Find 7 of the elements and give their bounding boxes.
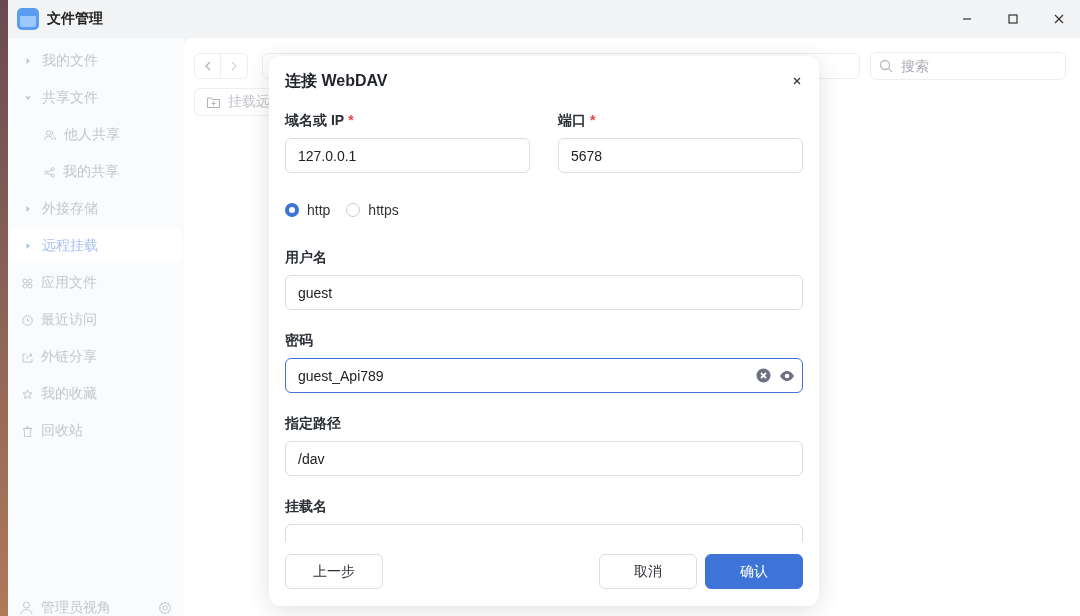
field-label: 密码 bbox=[285, 332, 314, 350]
field-label: 用户名 bbox=[285, 249, 328, 267]
dialog-title: 连接 WebDAV bbox=[285, 70, 388, 91]
field-label: 挂载名 bbox=[285, 498, 328, 516]
field-label: 端口 * bbox=[558, 112, 597, 130]
field-label: 指定路径 bbox=[285, 415, 342, 433]
window-title: 文件管理 bbox=[47, 10, 103, 28]
